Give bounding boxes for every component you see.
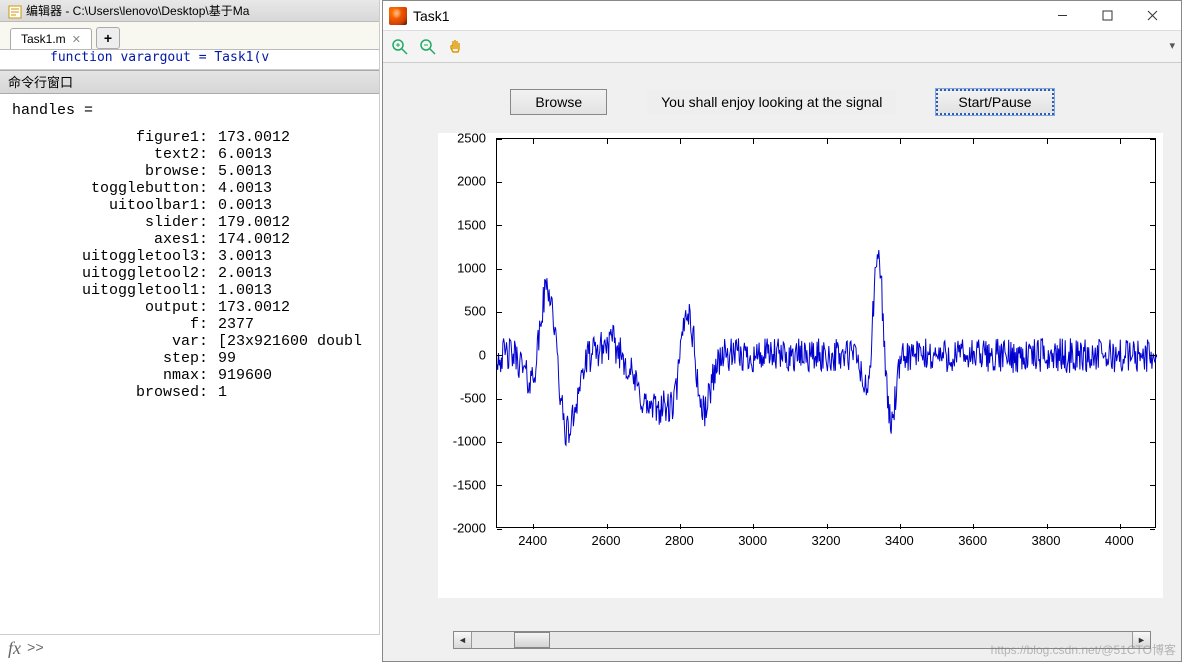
axes-box	[496, 138, 1156, 528]
editor-tab-task1[interactable]: Task1.m ✕	[10, 28, 92, 49]
toolbar-more-icon[interactable]: ▾	[1169, 39, 1175, 52]
figure-canvas: Browse You shall enjoy looking at the si…	[383, 63, 1181, 661]
maximize-button[interactable]	[1085, 2, 1130, 30]
struct-field: uitoggletool2:2.0013	[12, 265, 367, 282]
struct-field: nmax:919600	[12, 367, 367, 384]
zoom-out-icon[interactable]	[417, 36, 439, 58]
struct-field: togglebutton:4.0013	[12, 180, 367, 197]
struct-field: uitoolbar1:0.0013	[12, 197, 367, 214]
struct-field: figure1:173.0012	[12, 129, 367, 146]
command-window-title: 命令行窗口	[0, 70, 379, 94]
tab-label: Task1.m	[21, 32, 66, 46]
slider-left-button[interactable]: ◄	[454, 632, 472, 648]
struct-field: browsed:1	[12, 384, 367, 401]
struct-field: step:99	[12, 350, 367, 367]
struct-field: uitoggletool3:3.0013	[12, 248, 367, 265]
editor-panel: 编辑器 - C:\Users\lenovo\Desktop\基于Ma Task1…	[0, 0, 380, 662]
start-pause-button[interactable]: Start/Pause	[936, 89, 1053, 115]
status-message: You shall enjoy looking at the signal	[647, 90, 896, 114]
fx-prompt-bar[interactable]: fx>>	[0, 634, 380, 662]
close-icon[interactable]: ✕	[72, 33, 81, 46]
editor-titlebar: 编辑器 - C:\Users\lenovo\Desktop\基于Ma	[0, 0, 379, 22]
struct-field: uitoggletool1:1.0013	[12, 282, 367, 299]
struct-field: text2:6.0013	[12, 146, 367, 163]
prompt-chevrons: >>	[27, 641, 44, 657]
editor-title-text: 编辑器 - C:\Users\lenovo\Desktop\基于Ma	[26, 0, 249, 22]
editor-tabs: Task1.m ✕ +	[0, 22, 379, 50]
pan-icon[interactable]	[445, 36, 467, 58]
editor-icon	[8, 4, 22, 18]
output-varname: handles =	[12, 102, 367, 119]
figure-toolbar: ▾	[383, 31, 1181, 63]
close-button[interactable]	[1130, 2, 1175, 30]
code-line[interactable]: function varargout = Task1(v	[0, 50, 379, 70]
matlab-icon	[389, 7, 407, 25]
plot-axes[interactable]: -2000-1500-1000-50005001000150020002500 …	[438, 133, 1163, 598]
minimize-button[interactable]	[1040, 2, 1085, 30]
struct-field: output:173.0012	[12, 299, 367, 316]
figure-window: Task1 ▾ Browse You shall enjoy looking a…	[382, 0, 1182, 662]
watermark: https://blog.csdn.net/@51CTO博客	[991, 641, 1176, 658]
zoom-in-icon[interactable]	[389, 36, 411, 58]
struct-field: var:[23x921600 doubl	[12, 333, 367, 350]
struct-field: browse:5.0013	[12, 163, 367, 180]
figure-titlebar[interactable]: Task1	[383, 1, 1181, 31]
new-tab-button[interactable]: +	[96, 27, 120, 49]
struct-field: slider:179.0012	[12, 214, 367, 231]
figure-title: Task1	[413, 8, 1040, 24]
struct-field: f:2377	[12, 316, 367, 333]
slider-thumb[interactable]	[514, 632, 550, 648]
command-window[interactable]: handles = figure1:173.0012text2:6.0013br…	[0, 94, 379, 634]
browse-button[interactable]: Browse	[510, 89, 607, 115]
struct-field: axes1:174.0012	[12, 231, 367, 248]
